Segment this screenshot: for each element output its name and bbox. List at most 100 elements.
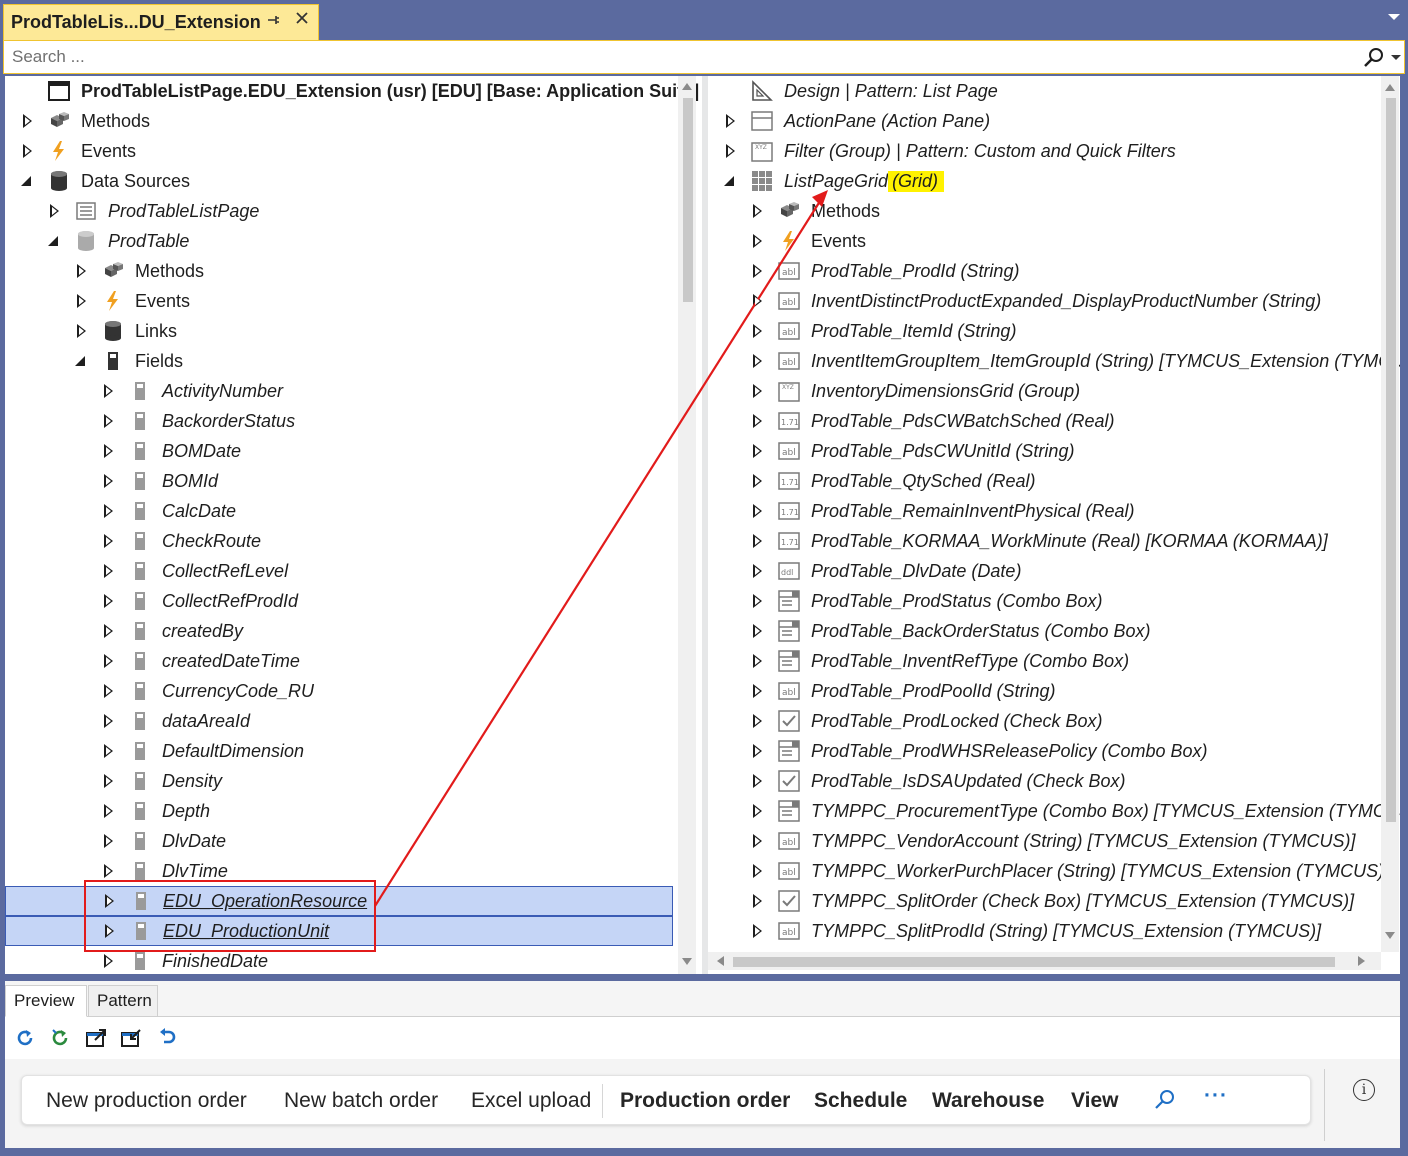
expand-arrow-icon[interactable] [73,263,89,279]
tree-node[interactable]: 1.71 ProdTable_RemainInventPhysical (Real… [749,496,1135,526]
tree-node[interactable]: DlvDate [100,826,226,856]
expand-arrow-icon[interactable] [100,473,116,489]
tree-node[interactable]: 1.71 ProdTable_PdsCWBatchSched (Real) [749,406,1115,436]
tree-node[interactable]: createdDateTime [100,646,300,676]
tab-pattern[interactable]: Pattern [88,985,158,1017]
tree-node[interactable]: CalcDate [100,496,236,526]
tree-node[interactable]: Events [19,136,136,166]
tree-node[interactable]: ProdTable_BackOrderStatus (Combo Box) [749,616,1151,646]
tree-node[interactable]: ProdTable_ProdStatus (Combo Box) [749,586,1103,616]
tree-node[interactable]: DlvTime [100,856,228,886]
search-input[interactable] [4,41,1354,73]
tab-preview[interactable]: Preview [5,985,87,1017]
tree-node[interactable]: Design | Pattern: List Page [722,76,998,106]
expand-arrow-icon[interactable] [100,683,116,699]
tree-node[interactable]: ProdTable_ProdWHSReleasePolicy (Combo Bo… [749,736,1208,766]
expand-arrow-icon[interactable] [100,773,116,789]
tree-node[interactable]: XYZ InventoryDimensionsGrid (Group) [749,376,1080,406]
refresh-icon[interactable] [12,1025,38,1051]
tree-node[interactable]: TYMPPC_ProcurementType (Combo Box) [TYMC… [749,796,1400,826]
tree-node[interactable]: CurrencyCode_RU [100,676,314,706]
tree-node[interactable]: CollectRefLevel [100,556,288,586]
expand-arrow-icon[interactable] [73,323,89,339]
tree-node[interactable]: Events [749,226,866,256]
expand-arrow-icon[interactable] [100,533,116,549]
expand-arrow-icon[interactable] [749,233,765,249]
tab-view[interactable]: View [1071,1089,1118,1113]
expand-arrow-icon[interactable] [749,263,765,279]
search-icon[interactable] [1363,47,1385,69]
right-vertical-scrollbar[interactable] [1381,76,1399,952]
expand-arrow-icon[interactable] [749,923,765,939]
expand-arrow-icon[interactable] [749,623,765,639]
tree-node[interactable]: abl ProdTable_ProdId (String) [749,256,1019,286]
tab-production-order[interactable]: Production order [620,1089,790,1113]
expand-arrow-icon[interactable] [19,113,35,129]
tree-node[interactable]: abl ProdTable_ItemId (String) [749,316,1016,346]
expand-arrow-icon[interactable] [100,863,116,879]
expand-arrow-icon[interactable] [100,383,116,399]
right-horizontal-scrollbar[interactable] [708,952,1381,970]
excel-upload-button[interactable]: Excel upload [471,1089,591,1113]
expand-arrow-icon[interactable] [100,443,116,459]
expand-arrow-icon[interactable] [749,383,765,399]
tree-node[interactable]: abl ProdTable_PdsCWUnitId (String) [749,436,1074,466]
expand-arrow-icon[interactable] [100,653,116,669]
expanded-arrow-icon[interactable] [722,173,738,189]
tree-node[interactable]: Methods [73,256,204,286]
search-icon[interactable] [1153,1088,1177,1118]
expand-arrow-icon[interactable] [749,533,765,549]
tree-node[interactable]: 1.71 ProdTable_QtySched (Real) [749,466,1035,496]
expand-arrow-icon[interactable] [749,863,765,879]
expand-arrow-icon[interactable] [46,203,62,219]
tree-node[interactable]: ProdTable [46,226,189,256]
tree-node[interactable]: CheckRoute [100,526,261,556]
expand-arrow-icon[interactable] [722,143,738,159]
tree-node[interactable]: ProdTableListPage [46,196,259,226]
scroll-thumb[interactable] [1386,98,1396,822]
scroll-left-icon[interactable] [717,956,724,966]
tree-node[interactable]: ActivityNumber [100,376,283,406]
tree-node[interactable]: ProdTable_IsDSAUpdated (Check Box) [749,766,1126,796]
document-tab[interactable]: ProdTableLis...DU_Extension [3,4,319,40]
expanded-arrow-icon[interactable] [73,353,89,369]
tree-node[interactable]: CollectRefProdId [100,586,298,616]
expand-arrow-icon[interactable] [749,593,765,609]
scroll-down-icon[interactable] [1385,932,1395,939]
expanded-arrow-icon[interactable] [46,233,62,249]
expand-arrow-icon[interactable] [749,413,765,429]
tree-node[interactable]: BOMDate [100,436,241,466]
expand-arrow-icon[interactable] [749,833,765,849]
tree-node[interactable]: Methods [749,196,880,226]
tree-node[interactable]: Events [73,286,190,316]
tree-node[interactable]: ProdTable_ProdLocked (Check Box) [749,706,1103,736]
expand-arrow-icon[interactable] [749,203,765,219]
info-icon[interactable]: i [1353,1079,1375,1101]
expand-arrow-icon[interactable] [749,683,765,699]
left-vertical-scrollbar[interactable] [678,76,696,974]
tree-node[interactable]: EDU_ProductionUnit [5,916,673,946]
expand-arrow-icon[interactable] [101,893,117,909]
expand-arrow-icon[interactable] [749,563,765,579]
close-tab-button[interactable] [294,10,310,32]
tab-list-dropdown-icon[interactable] [1388,14,1400,20]
expand-arrow-icon[interactable] [722,113,738,129]
expand-arrow-icon[interactable] [749,653,765,669]
tree-node[interactable]: ProdTableListPage.EDU_Extension (usr) [E… [19,76,699,106]
expand-arrow-icon[interactable] [100,563,116,579]
scroll-up-icon[interactable] [682,83,692,90]
expand-arrow-icon[interactable] [100,803,116,819]
open-in-new-icon[interactable] [83,1025,109,1051]
expand-arrow-icon[interactable] [100,623,116,639]
more-options-icon[interactable]: ··· [1204,1084,1228,1108]
tree-node[interactable]: XYZ Filter (Group) | Pattern: Custom and … [722,136,1176,166]
tree-node[interactable]: abl TYMPPC_VendorAccount (String) [TYMCUS… [749,826,1356,856]
tree-node[interactable]: dataAreaId [100,706,250,736]
tree-node[interactable]: Density [100,766,222,796]
tree-node[interactable]: Links [73,316,177,346]
expand-arrow-icon[interactable] [749,473,765,489]
tree-node[interactable]: Data Sources [19,166,190,196]
new-batch-order-button[interactable]: New batch order [284,1089,438,1113]
tree-node[interactable]: abl InventDistinctProductExpanded_Display… [749,286,1321,316]
tab-warehouse[interactable]: Warehouse [932,1089,1044,1113]
